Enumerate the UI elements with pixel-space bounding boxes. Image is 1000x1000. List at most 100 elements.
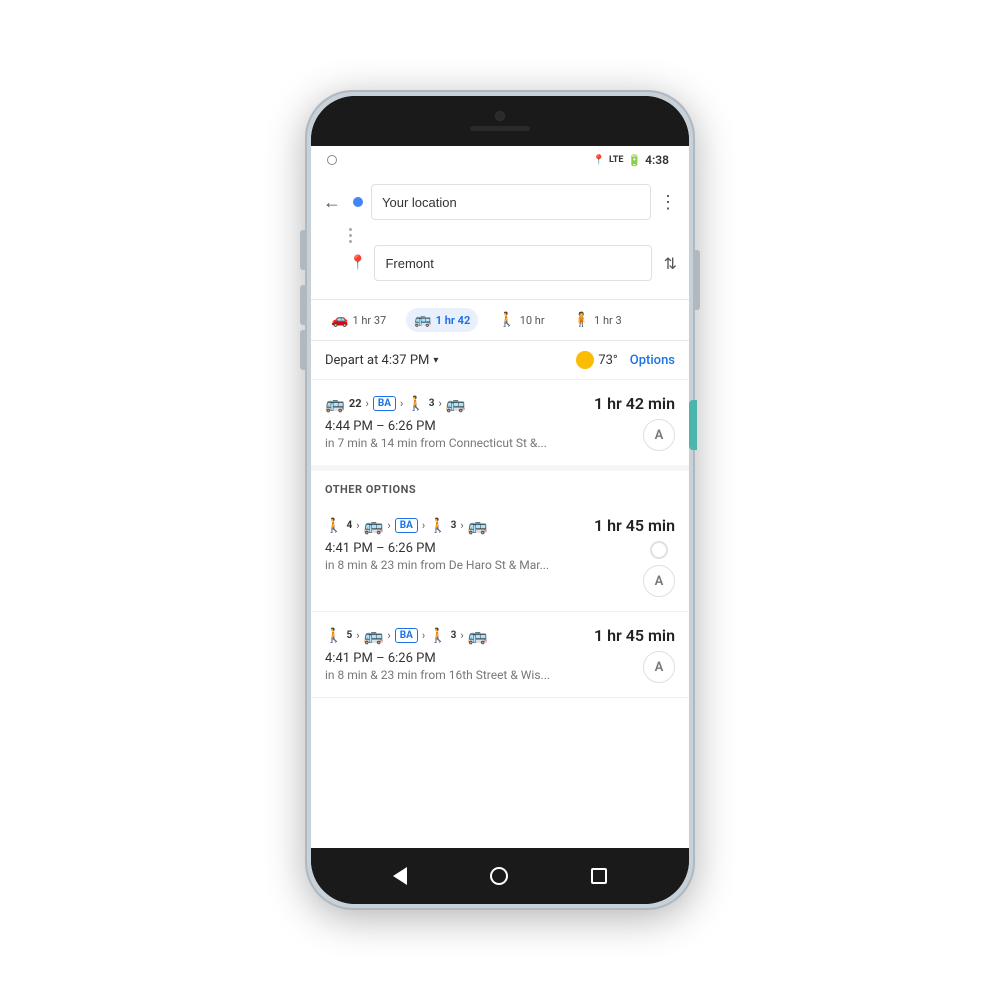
bus-icon: 🚌 — [364, 516, 384, 535]
speaker — [470, 126, 530, 131]
route-icons: 🚌 22 › BA › 🚶 3 › 🚌 — [325, 394, 466, 413]
bus-icon: 🚌 — [325, 394, 345, 413]
status-indicator — [327, 155, 337, 165]
chevron-down-icon: ▾ — [433, 355, 438, 366]
other-route-2-detail: in 8 min & 23 min from 16th Street & Wis… — [325, 668, 643, 682]
route-info: 4:44 PM – 6:26 PM in 7 min & 14 min from… — [325, 419, 643, 450]
other-options-label: OTHER OPTIONS — [311, 471, 689, 502]
battery-icon: 🔋 — [627, 154, 641, 167]
route-bottom: 4:41 PM – 6:26 PM in 8 min & 23 min from… — [325, 651, 675, 683]
other-route-2-duration: 1 hr 45 min — [594, 626, 675, 645]
app-screen: ← ⋮ 📍 — [311, 174, 689, 848]
walk-icon: 🚶 — [429, 518, 446, 534]
avatar: A — [643, 651, 675, 683]
car-duration: 1 hr 37 — [352, 314, 386, 327]
swap-button[interactable]: ⇅ — [664, 254, 677, 273]
sun-icon — [576, 351, 594, 369]
bart-badge: BA — [395, 628, 418, 643]
tab-ride[interactable]: 🧍 1 hr 3 — [565, 308, 630, 332]
transport-tabs: 🚗 1 hr 37 🚌 1 hr 42 🚶 10 hr 🧍 1 hr 3 — [311, 300, 689, 341]
blue-dot — [353, 197, 363, 207]
bus2-icon: 🚌 — [468, 626, 488, 645]
weather-options: 73° Options — [576, 351, 675, 369]
status-right: 📍 LTE 🔋 4:38 — [592, 153, 669, 167]
bart-badge: BA — [373, 396, 396, 411]
depart-time[interactable]: Depart at 4:37 PM ▾ — [325, 353, 438, 368]
walk-icon: 🚶 — [325, 518, 342, 534]
bus2-icon: 🚌 — [468, 516, 488, 535]
temperature: 73° — [598, 353, 617, 368]
origin-input[interactable] — [371, 184, 651, 220]
arrow-icon: › — [356, 629, 359, 642]
transit-duration: 1 hr 42 — [436, 314, 471, 327]
arrow-icon: › — [438, 397, 441, 410]
route-num-22: 22 — [349, 397, 362, 410]
primary-route[interactable]: 🚌 22 › BA › 🚶 3 › 🚌 1 hr 42 min — [311, 380, 689, 471]
walk-num-4: 4 — [346, 520, 352, 531]
other-route-1[interactable]: 🚶 4 › 🚌 › BA › 🚶 3 › 🚌 — [311, 502, 689, 612]
route-top: 🚶 4 › 🚌 › BA › 🚶 3 › 🚌 — [325, 516, 675, 535]
route-bottom: 4:44 PM – 6:26 PM in 7 min & 14 min from… — [325, 419, 675, 451]
weather: 73° — [576, 351, 617, 369]
arrow-icon: › — [387, 629, 390, 642]
avatar: A — [643, 419, 675, 451]
back-nav-button[interactable] — [393, 867, 407, 885]
bus-icon: 🚌 — [364, 626, 384, 645]
route-icons: 🚶 5 › 🚌 › BA › 🚶 3 › 🚌 — [325, 626, 488, 645]
route-top: 🚌 22 › BA › 🚶 3 › 🚌 1 hr 42 min — [325, 394, 675, 413]
arrow-icon: › — [366, 397, 369, 410]
arrow-icon: › — [422, 519, 425, 532]
walk-icon: 🚶 — [407, 396, 424, 412]
destination-row: 📍 ⇅ — [323, 245, 677, 281]
options-bar: Depart at 4:37 PM ▾ 73° Options — [311, 341, 689, 380]
location-icon: 📍 — [592, 155, 604, 166]
car-icon: 🚗 — [331, 312, 348, 328]
walk-num-3: 3 — [451, 520, 457, 531]
other-options-section: OTHER OPTIONS 🚶 4 › 🚌 › BA › — [311, 471, 689, 698]
other-route-1-detail: in 8 min & 23 min from De Haro St & Mar.… — [325, 558, 643, 572]
home-nav-button[interactable] — [490, 867, 508, 885]
lte-indicator: LTE — [609, 155, 624, 165]
loading-indicator — [650, 541, 668, 559]
tab-car[interactable]: 🚗 1 hr 37 — [323, 308, 394, 332]
arrow-icon: › — [400, 397, 403, 410]
avatar: A — [643, 565, 675, 597]
recents-nav-button[interactable] — [591, 868, 607, 884]
status-bar: 📍 LTE 🔋 4:38 — [311, 146, 689, 174]
camera — [495, 111, 505, 121]
phone-screen: 📍 LTE 🔋 4:38 ← ⋮ — [311, 96, 689, 904]
primary-detail: in 7 min & 14 min from Connecticut St &.… — [325, 436, 643, 450]
tab-transit[interactable]: 🚌 1 hr 42 — [406, 308, 478, 332]
walk-icon: 🚶 — [429, 628, 446, 644]
destination-pin: 📍 — [349, 255, 366, 271]
arrow-icon: › — [460, 629, 463, 642]
dot-connector — [349, 228, 352, 243]
bart-badge: BA — [395, 518, 418, 533]
more-button[interactable]: ⋮ — [659, 192, 677, 213]
clock: 4:38 — [645, 153, 669, 167]
ride-duration: 1 hr 3 — [594, 314, 622, 327]
walk-num-3: 3 — [429, 398, 435, 409]
primary-time: 4:44 PM – 6:26 PM — [325, 419, 643, 434]
walk-duration: 10 hr — [520, 314, 545, 327]
routes-list: 🚌 22 › BA › 🚶 3 › 🚌 1 hr 42 min — [311, 380, 689, 848]
route-info: 4:41 PM – 6:26 PM in 8 min & 23 min from… — [325, 651, 643, 682]
other-route-1-time: 4:41 PM – 6:26 PM — [325, 541, 643, 556]
other-route-2[interactable]: 🚶 5 › 🚌 › BA › 🚶 3 › 🚌 — [311, 612, 689, 698]
connector-row — [349, 228, 677, 243]
nav-bar — [311, 848, 689, 904]
other-route-1-duration: 1 hr 45 min — [594, 516, 675, 535]
origin-dot — [353, 197, 363, 207]
route-info: 4:41 PM – 6:26 PM in 8 min & 23 min from… — [325, 541, 643, 572]
destination-input[interactable] — [374, 245, 651, 281]
walk-icon: 🚶 — [325, 628, 342, 644]
tab-walk[interactable]: 🚶 10 hr — [490, 308, 552, 332]
options-button[interactable]: Options — [630, 353, 675, 368]
route-bottom: 4:41 PM – 6:26 PM in 8 min & 23 min from… — [325, 541, 675, 597]
phone-device: 📍 LTE 🔋 4:38 ← ⋮ — [305, 90, 695, 910]
walk-num-5: 5 — [346, 630, 352, 641]
back-button[interactable]: ← — [323, 192, 341, 213]
top-bezel — [311, 96, 689, 146]
primary-duration: 1 hr 42 min — [594, 394, 675, 413]
arrow-icon: › — [460, 519, 463, 532]
